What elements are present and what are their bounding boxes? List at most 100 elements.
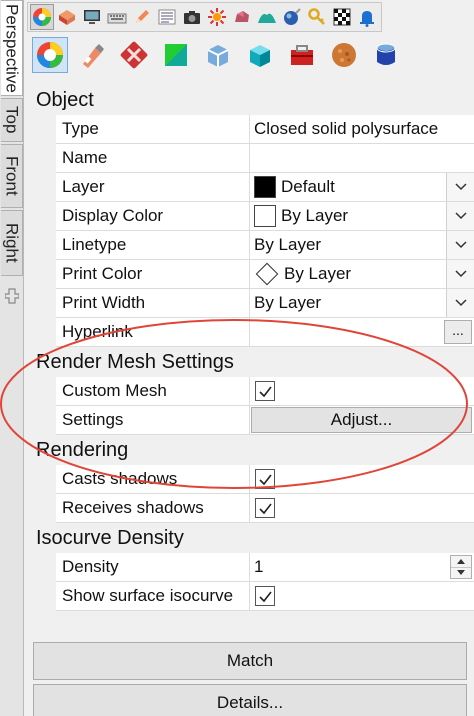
chevron-down-icon[interactable] — [446, 289, 474, 317]
section-title-isocurve: Isocurve Density — [30, 523, 474, 553]
text-grid-icon[interactable] — [155, 4, 179, 30]
type-value: Closed solid polysurface — [254, 119, 439, 138]
color-wheel-icon[interactable] — [30, 4, 54, 30]
name-field[interactable] — [250, 144, 474, 172]
row-label: Hyperlink — [56, 318, 250, 346]
match-button[interactable]: Match — [33, 642, 467, 680]
sphere-tool-icon[interactable] — [280, 4, 304, 30]
row-label: Linetype — [56, 231, 250, 259]
hyperlink-field[interactable]: ... — [250, 318, 474, 346]
tab-front[interactable]: Front — [1, 144, 23, 208]
material-icon[interactable] — [55, 4, 79, 30]
print-width-value: By Layer — [254, 293, 322, 312]
row-label: Custom Mesh — [56, 377, 250, 405]
viewport-tab-strip: Perspective Top Front Right — [0, 0, 24, 716]
row-linetype: Linetype By Layer — [56, 231, 474, 260]
box-mapping-icon[interactable] — [200, 37, 236, 73]
cube-icon[interactable] — [242, 37, 278, 73]
sphere-texture-icon[interactable] — [326, 37, 362, 73]
row-label: Print Width — [56, 289, 250, 317]
row-density: Density 1 — [56, 553, 474, 582]
row-label: Show surface isocurve — [56, 582, 250, 610]
display-color-select[interactable]: By Layer — [250, 202, 474, 230]
row-label: Name — [56, 144, 250, 172]
custom-mesh-cell — [250, 377, 474, 405]
row-hyperlink: Hyperlink ... — [56, 318, 474, 347]
receives-shadows-checkbox[interactable] — [255, 498, 275, 518]
row-label: Settings — [56, 406, 250, 434]
chevron-down-icon[interactable] — [446, 173, 474, 201]
camera-icon[interactable] — [180, 4, 204, 30]
row-type: Type Closed solid polysurface — [56, 115, 474, 144]
row-label: Density — [56, 553, 250, 581]
show-isocurve-cell — [250, 582, 474, 610]
chevron-down-icon[interactable] — [446, 202, 474, 230]
hyperlink-browse-button[interactable]: ... — [444, 320, 472, 344]
row-label: Casts shadows — [56, 465, 250, 493]
print-width-select[interactable]: By Layer — [250, 289, 474, 317]
tab-perspective-label: Perspective — [2, 3, 22, 93]
row-settings: Settings Adjust... — [56, 406, 474, 435]
tab-top-label: Top — [2, 106, 22, 134]
row-name: Name — [56, 144, 474, 173]
row-label: Receives shadows — [56, 494, 250, 522]
density-value: 1 — [254, 557, 264, 576]
row-label: Display Color — [56, 202, 250, 230]
tab-perspective[interactable]: Perspective — [1, 0, 23, 96]
density-spinner[interactable] — [450, 555, 472, 579]
display-color-value: By Layer — [281, 206, 349, 225]
casts-shadows-cell — [250, 465, 474, 493]
tab-top[interactable]: Top — [1, 98, 23, 142]
tab-front-label: Front — [2, 156, 22, 196]
database-icon[interactable] — [368, 37, 404, 73]
row-layer: Layer Default — [56, 173, 474, 202]
chevron-down-icon[interactable] — [446, 231, 474, 259]
decal-icon[interactable] — [116, 37, 152, 73]
row-receives-shadows: Receives shadows — [56, 494, 474, 523]
adjust-button[interactable]: Adjust... — [251, 407, 472, 433]
row-label: Type — [56, 115, 250, 143]
section-title-render-mesh: Render Mesh Settings — [30, 347, 474, 377]
custom-mesh-checkbox[interactable] — [255, 381, 275, 401]
bell-icon[interactable] — [355, 4, 379, 30]
display-color-swatch — [254, 205, 276, 227]
print-color-select[interactable]: By Layer — [250, 260, 474, 288]
details-button[interactable]: Details... — [33, 684, 467, 716]
section-title-object: Object — [30, 85, 474, 115]
rock-icon[interactable] — [230, 4, 254, 30]
settings-cell: Adjust... — [250, 406, 474, 434]
pencil-icon[interactable] — [130, 4, 154, 30]
key-icon[interactable] — [305, 4, 329, 30]
layer-value: Default — [281, 177, 335, 196]
display-icon[interactable] — [80, 4, 104, 30]
row-print-width: Print Width By Layer — [56, 289, 474, 318]
panel-tab-toolbar — [27, 2, 382, 32]
row-casts-shadows: Casts shadows — [56, 465, 474, 494]
spray-can-icon[interactable] — [74, 37, 110, 73]
row-show-surface-isocurve: Show surface isocurve — [56, 582, 474, 611]
texture-icon[interactable] — [158, 37, 194, 73]
plus-icon[interactable] — [3, 288, 21, 308]
chevron-down-icon[interactable] — [446, 260, 474, 288]
terrain-icon[interactable] — [255, 4, 279, 30]
properties-panel: Object Type Closed solid polysurface Nam… — [30, 85, 474, 611]
sun-burst-icon[interactable] — [205, 4, 229, 30]
row-display-color: Display Color By Layer — [56, 202, 474, 231]
keyboard-icon[interactable] — [105, 4, 129, 30]
checker-icon[interactable] — [330, 4, 354, 30]
casts-shadows-checkbox[interactable] — [255, 469, 275, 489]
spinner-up-icon[interactable] — [451, 556, 471, 567]
layer-color-swatch — [254, 176, 276, 198]
show-surface-isocurve-checkbox[interactable] — [255, 586, 275, 606]
linetype-select[interactable]: By Layer — [250, 231, 474, 259]
toolbox-icon[interactable] — [284, 37, 320, 73]
spinner-down-icon[interactable] — [451, 566, 471, 579]
section-title-rendering: Rendering — [30, 435, 474, 465]
color-wheel-icon[interactable] — [32, 37, 68, 73]
layer-select[interactable]: Default — [250, 173, 474, 201]
density-field[interactable]: 1 — [250, 553, 474, 581]
tab-right[interactable]: Right — [1, 210, 23, 276]
properties-page-toolbar — [28, 35, 408, 75]
row-custom-mesh: Custom Mesh — [56, 377, 474, 406]
receives-shadows-cell — [250, 494, 474, 522]
